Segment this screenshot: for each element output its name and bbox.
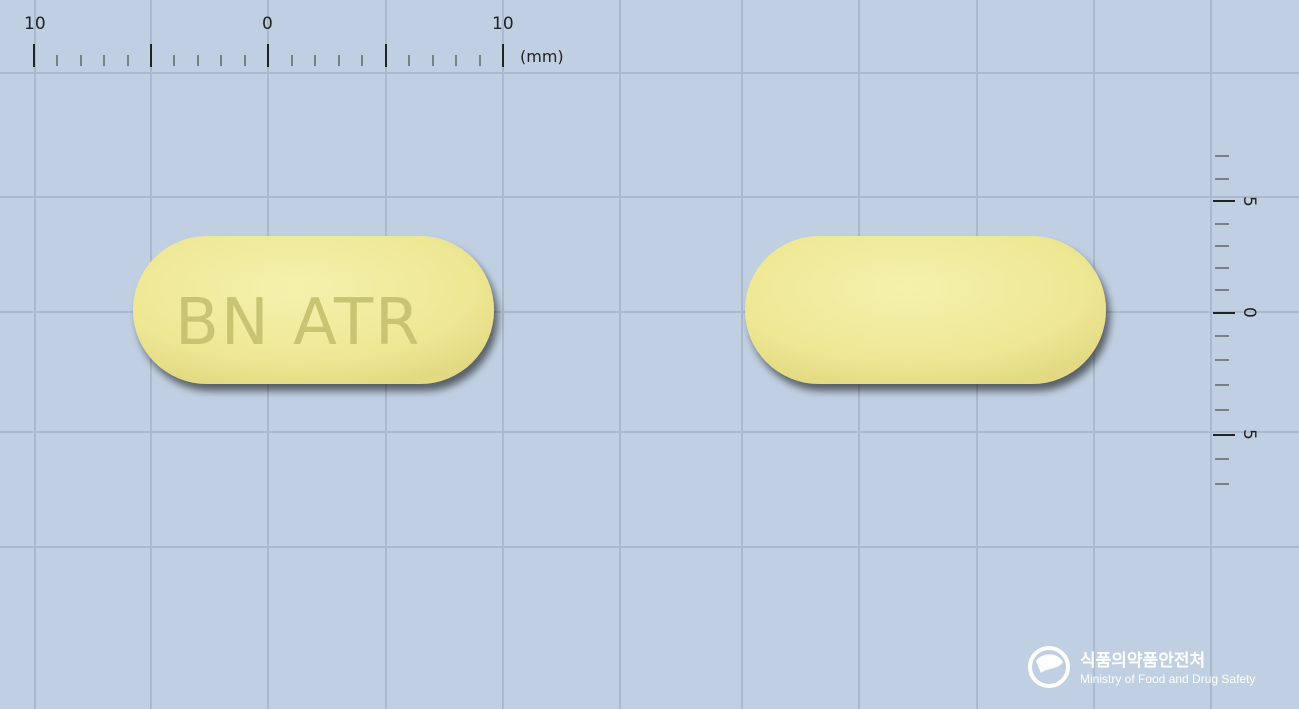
top-ruler-label-right: 10 <box>492 14 514 34</box>
top-ruler-unit: (mm) <box>520 47 564 66</box>
mfds-emblem <box>1028 646 1070 688</box>
side-ruler-label-top: 5 <box>1239 196 1259 207</box>
side-ruler-label-bottom: 5 <box>1239 429 1259 440</box>
tablet-back <box>745 236 1106 384</box>
photo-canvas: 10 0 10 (mm) 5 0 5 BN ATR 식품의약품안전처 Minis… <box>0 0 1299 709</box>
mfds-watermark: 식품의약품안전처 Ministry of Food and Drug Safet… <box>1028 646 1255 688</box>
top-ruler-label-center: 0 <box>262 14 273 34</box>
top-ruler-label-left: 10 <box>24 14 46 34</box>
side-ruler: 5 0 5 <box>1213 155 1259 485</box>
side-ruler-label-center: 0 <box>1239 307 1259 318</box>
top-ruler: 10 0 10 (mm) <box>24 14 564 67</box>
top-ruler-ticks <box>33 44 504 67</box>
pill-photo: 10 0 10 (mm) 5 0 5 BN ATR 식품의약품안전처 Minis… <box>0 0 1299 709</box>
tablet-front-imprint: BN ATR <box>175 286 422 360</box>
tablet-back-body <box>745 236 1106 384</box>
mfds-name-english: Ministry of Food and Drug Safety <box>1080 672 1255 686</box>
mfds-name-korean: 식품의약품안전처 <box>1080 650 1205 671</box>
